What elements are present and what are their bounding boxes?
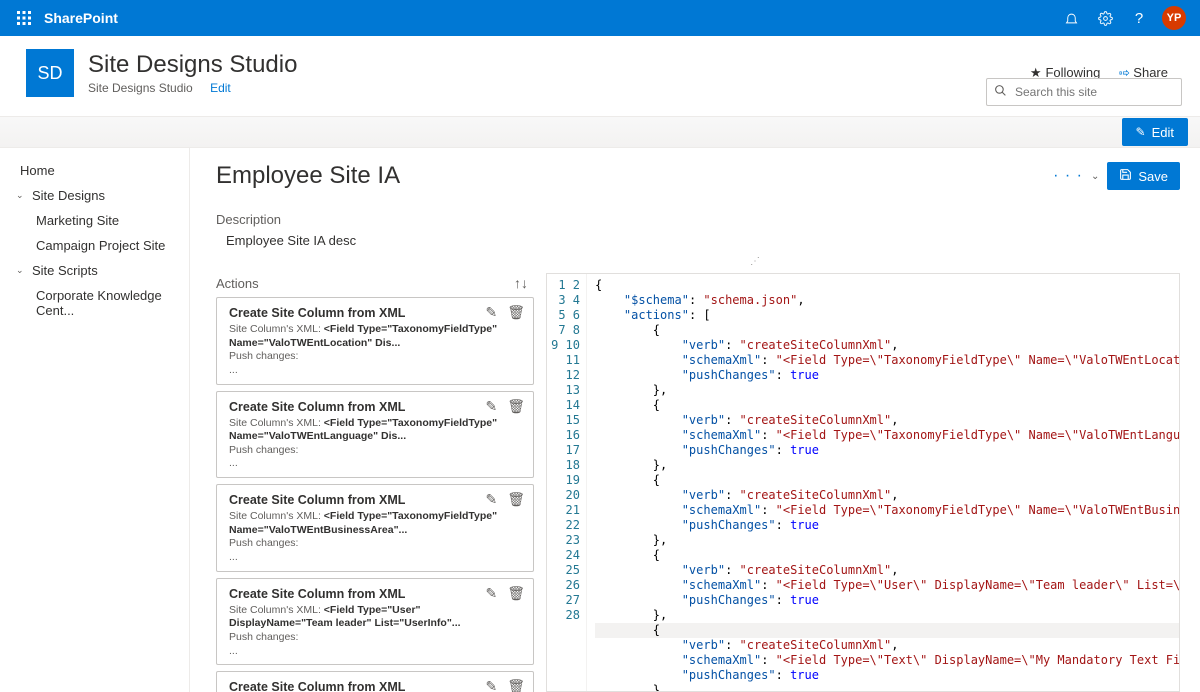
code-editor[interactable]: 1 2 3 4 5 6 7 8 9 10 11 12 13 14 15 16 1… bbox=[546, 273, 1180, 692]
chevron-down-icon: ⌄ bbox=[16, 265, 28, 276]
nav-home[interactable]: Home bbox=[16, 158, 189, 183]
delete-icon[interactable]: 🗑 bbox=[507, 491, 525, 508]
action-card[interactable]: ✎ 🗑Create Site Column from XML Site Column… bbox=[216, 484, 534, 572]
save-icon bbox=[1119, 168, 1132, 184]
card-title: Create Site Column from XML bbox=[229, 400, 523, 414]
edit-icon[interactable]: ✎ bbox=[485, 678, 497, 692]
card-body: Site Column's XML: <Field Type="Taxonomy… bbox=[229, 510, 523, 565]
avatar[interactable]: YP bbox=[1162, 6, 1186, 30]
actions-list[interactable]: ✎🗑Create Site Column from XMLSite Column… bbox=[216, 297, 534, 692]
chevron-down-icon: ⌄ bbox=[16, 190, 28, 201]
actions-label: Actions bbox=[216, 276, 259, 291]
edit-icon[interactable]: ✎ bbox=[485, 398, 497, 415]
action-card[interactable]: ✎ 🗑Create Site Column from XML Site Column… bbox=[216, 391, 534, 479]
actions-column: Actions ↑↓ ✎🗑Create Site Column from XML… bbox=[216, 273, 534, 692]
resize-handle-icon[interactable]: ⋰ bbox=[216, 256, 1180, 267]
nav-site-scripts[interactable]: ⌄Site Scripts bbox=[16, 258, 189, 283]
delete-icon[interactable]: 🗑 bbox=[507, 304, 525, 321]
sort-icon[interactable]: ↑↓ bbox=[514, 275, 528, 291]
nav-corp-knowledge[interactable]: Corporate Knowledge Cent... bbox=[16, 283, 189, 323]
search-input[interactable] bbox=[986, 78, 1182, 106]
card-title: Create Site Column from XML bbox=[229, 306, 523, 320]
edit-icon[interactable]: ✎ bbox=[485, 585, 497, 602]
site-title[interactable]: Site Designs Studio bbox=[88, 51, 297, 80]
action-card[interactable]: ✎🗑Create Site Column from XMLSite Column… bbox=[216, 671, 534, 692]
delete-icon[interactable]: 🗑 bbox=[507, 398, 525, 415]
delete-icon[interactable]: 🗑 bbox=[507, 585, 525, 602]
description-label: Description bbox=[216, 212, 1180, 227]
edit-icon[interactable]: ✎ bbox=[485, 491, 497, 508]
site-subtitle: Site Designs Studio Edit bbox=[88, 81, 297, 95]
action-card[interactable]: ✎ 🗑Create Site Column from XML Site Column… bbox=[216, 578, 534, 666]
delete-icon[interactable]: 🗑 bbox=[507, 678, 525, 692]
notifications-icon[interactable] bbox=[1054, 0, 1088, 36]
site-edit-link[interactable]: Edit bbox=[210, 81, 231, 95]
description-value: Employee Site IA desc bbox=[216, 233, 1180, 248]
settings-icon[interactable] bbox=[1088, 0, 1122, 36]
gutter: 1 2 3 4 5 6 7 8 9 10 11 12 13 14 15 16 1… bbox=[547, 274, 587, 691]
card-body: Site Column's XML: <Field Type="User" Di… bbox=[229, 604, 523, 659]
card-body: Site Column's XML: <Field Type="Taxonomy… bbox=[229, 323, 523, 378]
action-card[interactable]: ✎ 🗑Create Site Column from XML Site Column… bbox=[216, 297, 534, 385]
edit-icon[interactable]: ✎ bbox=[485, 304, 497, 321]
card-title: Create Site Column from XML bbox=[229, 493, 523, 507]
page-title: Employee Site IA bbox=[216, 162, 400, 190]
suite-name[interactable]: SharePoint bbox=[44, 10, 118, 26]
card-title: Create Site Column from XML bbox=[229, 680, 523, 692]
edit-page-button[interactable]: ✎ Edit bbox=[1122, 118, 1188, 146]
search-icon bbox=[994, 84, 1007, 100]
main-content: Employee Site IA · · · ⌄ Save Descriptio… bbox=[190, 148, 1200, 692]
nav-campaign-site[interactable]: Campaign Project Site bbox=[16, 233, 189, 258]
chevron-down-icon[interactable]: ⌄ bbox=[1091, 171, 1099, 182]
save-button[interactable]: Save bbox=[1107, 162, 1180, 190]
help-icon[interactable]: ? bbox=[1122, 0, 1156, 36]
more-actions-button[interactable]: · · · bbox=[1053, 167, 1083, 185]
left-nav: Home ⌄Site Designs Marketing Site Campai… bbox=[0, 148, 190, 692]
suite-bar: SharePoint ? YP bbox=[0, 0, 1200, 36]
split-panel: Actions ↑↓ ✎🗑Create Site Column from XML… bbox=[216, 273, 1180, 692]
card-body: Site Column's XML: <Field Type="Taxonomy… bbox=[229, 417, 523, 472]
site-logo[interactable]: SD bbox=[26, 49, 74, 97]
command-bar: ✎ Edit bbox=[0, 116, 1200, 148]
nav-marketing-site[interactable]: Marketing Site bbox=[16, 208, 189, 233]
search-wrap bbox=[986, 78, 1182, 106]
card-title: Create Site Column from XML bbox=[229, 587, 523, 601]
edit-icon: ✎ bbox=[1136, 125, 1146, 139]
body: Home ⌄Site Designs Marketing Site Campai… bbox=[0, 148, 1200, 692]
waffle-icon[interactable] bbox=[8, 2, 40, 34]
nav-site-designs[interactable]: ⌄Site Designs bbox=[16, 183, 189, 208]
code-body[interactable]: { "$schema": "schema.json", "actions": [… bbox=[587, 274, 1179, 691]
